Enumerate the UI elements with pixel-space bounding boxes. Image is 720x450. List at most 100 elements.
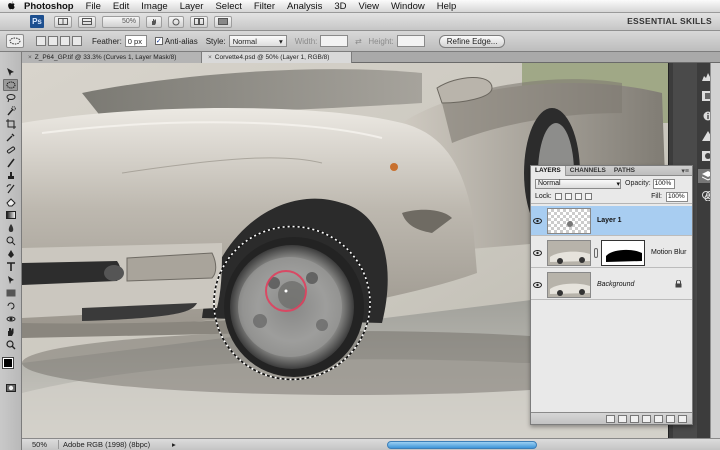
feather-input[interactable]: 0 px [124,35,147,47]
eyedropper-tool-icon[interactable] [3,131,18,143]
vertical-scrollbar[interactable] [710,63,720,438]
screen-mode-button[interactable] [214,15,232,28]
rotate-view-button[interactable] [168,15,184,28]
workspace-switcher[interactable]: ESSENTIAL SKILLS [627,16,712,26]
history-brush-icon[interactable] [3,183,18,195]
blend-mode-value: Normal [538,180,561,187]
view-extras-button[interactable] [78,15,96,28]
marquee-tool-icon[interactable] [3,79,18,91]
blur-tool-icon[interactable] [3,222,18,234]
anti-alias-checkbox[interactable]: ✓ [154,37,163,45]
hand-tool-button[interactable] [146,15,162,28]
opacity-input[interactable]: 100% [652,178,675,189]
menu-filter[interactable]: Filter [254,1,275,12]
lock-image-icon[interactable] [564,193,572,200]
height-input[interactable] [396,35,425,47]
brush-tool-icon[interactable] [3,157,18,169]
menu-select[interactable]: Select [215,1,241,12]
close-tab-icon[interactable]: × [28,52,32,63]
swap-dimensions-icon[interactable]: ⇄ [352,37,364,46]
visibility-eye-icon[interactable] [531,281,543,288]
trash-icon[interactable] [678,414,687,423]
layer-name[interactable]: Background [597,281,634,288]
menu-help[interactable]: Help [437,1,457,12]
lasso-tool-icon[interactable] [3,92,18,104]
horizontal-scrollbar-thumb[interactable] [387,441,537,449]
crop-tool-icon[interactable] [3,118,18,130]
dodge-tool-icon[interactable] [3,235,18,247]
apple-icon[interactable] [6,1,16,11]
zoom-level-select[interactable]: 50% [102,15,140,28]
document-info[interactable]: Adobe RGB (1998) (8bpc) [58,440,168,449]
lock-all-icon[interactable] [584,193,592,200]
layer-name[interactable]: Layer 1 [597,217,622,224]
menu-bar: Photoshop File Edit Image Layer Select F… [0,0,720,13]
status-zoom[interactable]: 50% [22,440,58,449]
menu-edit[interactable]: Edit [113,1,129,12]
move-tool-icon[interactable] [3,66,18,78]
refine-edge-button[interactable]: Refine Edge... [438,34,506,48]
tab-paths[interactable]: PATHS [610,166,639,176]
menu-layer[interactable]: Layer [180,1,204,12]
clone-stamp-icon[interactable] [3,170,18,182]
fill-input[interactable]: 100% [666,191,688,202]
quick-mask-icon[interactable] [3,382,18,394]
bridge-button[interactable] [54,15,72,28]
style-value: Normal [232,36,257,46]
lock-position-icon[interactable] [574,193,582,200]
visibility-eye-icon[interactable] [531,217,543,224]
link-icon[interactable] [594,247,598,258]
menu-image[interactable]: Image [141,1,167,12]
3d-rotate-icon[interactable] [3,300,18,312]
layer-mask-thumbnail[interactable] [601,239,645,266]
color-swatches[interactable] [2,357,18,373]
menu-analysis[interactable]: Analysis [287,1,322,12]
tab-layers[interactable]: LAYERS [531,165,566,176]
link-layers-icon[interactable] [606,414,615,423]
gradient-tool-icon[interactable] [3,209,18,221]
3d-orbit-icon[interactable] [3,313,18,325]
pen-tool-icon[interactable] [3,248,18,260]
lock-transparent-icon[interactable] [554,193,562,200]
blend-mode-select[interactable]: Normal ▾ [535,178,621,189]
style-select[interactable]: Normal ▾ [228,35,287,47]
new-layer-icon[interactable] [666,414,675,423]
tab-channels[interactable]: CHANNELS [566,166,610,176]
status-menu-arrow-icon[interactable]: ▸ [172,440,176,449]
document-tab-inactive[interactable]: × Z_P64_GP.tif @ 33.3% (Curves 1, Layer … [22,52,202,63]
hand-tool-icon[interactable] [3,326,18,338]
layer-row[interactable]: Background [531,270,692,300]
healing-brush-icon[interactable] [3,144,18,156]
new-selection-mode[interactable] [36,36,46,46]
menu-view[interactable]: View [359,1,379,12]
layer-name[interactable]: Motion Blur [651,249,686,256]
menu-app-name[interactable]: Photoshop [24,1,74,12]
add-mask-icon[interactable] [630,414,639,423]
tool-preset-picker[interactable] [6,34,24,48]
type-tool-icon[interactable] [3,261,18,273]
shape-tool-icon[interactable] [3,287,18,299]
eraser-tool-icon[interactable] [3,196,18,208]
add-selection-mode[interactable] [48,36,58,46]
arrange-documents-button[interactable] [190,15,208,28]
quick-select-tool-icon[interactable] [3,105,18,117]
subtract-selection-mode[interactable] [60,36,70,46]
layer-thumbnail [547,239,591,266]
close-tab-icon[interactable]: × [208,52,212,63]
menu-3d[interactable]: 3D [334,1,346,12]
menu-window[interactable]: Window [391,1,425,12]
width-input[interactable] [320,35,349,47]
menu-file[interactable]: File [86,1,101,12]
path-select-icon[interactable] [3,274,18,286]
layer-row[interactable]: Motion Blur [531,238,692,268]
visibility-eye-icon[interactable] [531,249,543,256]
chevron-down-icon: ▾ [616,180,620,188]
panel-menu-icon[interactable]: ▾≡ [681,167,692,175]
adjustment-layer-icon[interactable] [642,414,651,423]
layer-row[interactable]: Layer 1 [531,206,692,236]
document-tab-active[interactable]: × Corvette4.psd @ 50% (Layer 1, RGB/8) [202,52,352,63]
zoom-tool-icon[interactable] [3,339,18,351]
new-group-icon[interactable] [654,414,663,423]
intersect-selection-mode[interactable] [72,36,82,46]
layer-style-icon[interactable] [618,414,627,423]
